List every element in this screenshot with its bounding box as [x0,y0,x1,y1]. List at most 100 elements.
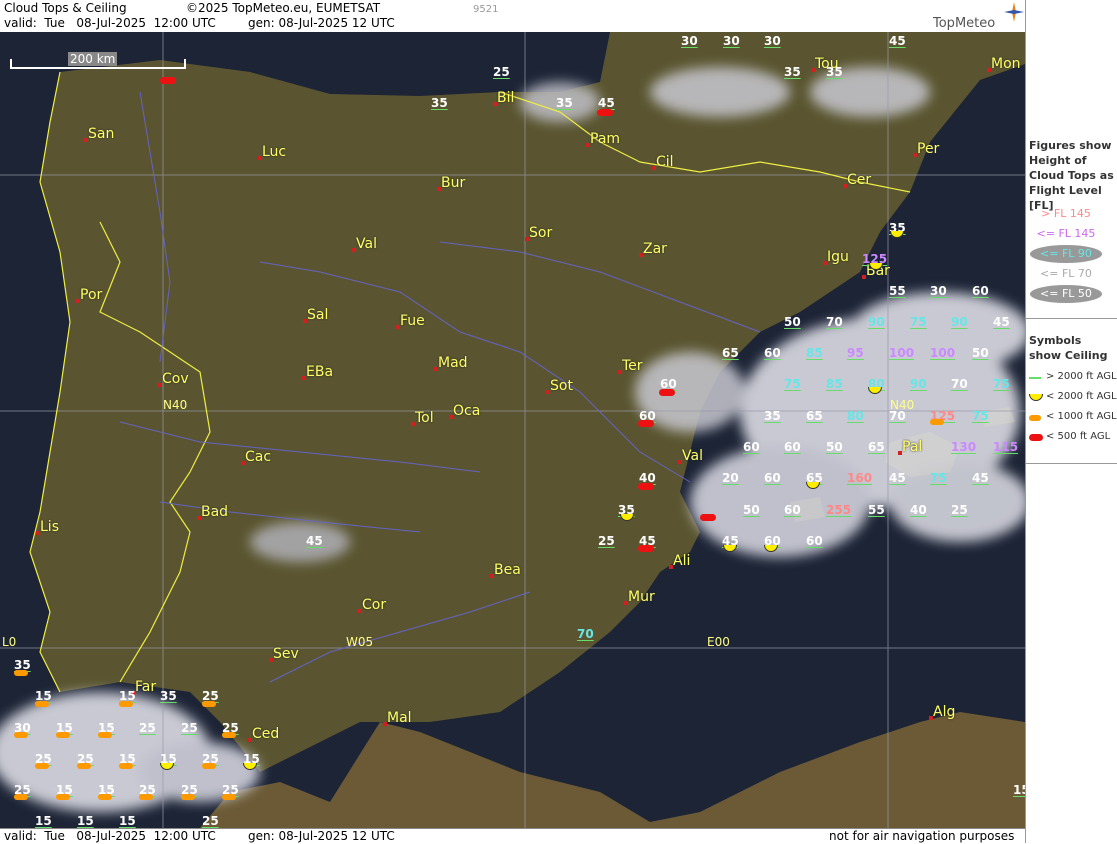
city-label-alg[interactable]: Alg [933,704,955,720]
grid-label-l0: L0 [2,635,17,649]
cloud-top-value: 30 [681,34,698,48]
city-label-cor[interactable]: Cor [362,597,386,613]
cloud-top-value: 50 [743,503,760,517]
cloud-top-value: 115 [993,440,1019,454]
brand-logo-text: TopMeteo [933,16,996,31]
footer-bar: valid: Tue 08-Jul-2025 12:00 UTC gen: 08… [0,828,1025,844]
city-label-sev[interactable]: Sev [273,646,299,662]
ceiling-symbol-orange [77,763,91,769]
cloud-top-value: 95 [847,346,864,360]
cloud-top-value: 70 [889,409,906,423]
city-label-tol[interactable]: Tol [415,410,434,426]
city-label-igu[interactable]: Igu [827,249,849,265]
cloud-top-value: 45 [972,471,989,485]
city-label-pal[interactable]: Pal [902,439,922,455]
city-label-val[interactable]: Val [682,448,703,464]
cloud-top-value: 25 [951,503,968,517]
header-bar: Cloud Tops & Ceiling ©2025 TopMeteo.eu, … [0,0,1025,33]
ceiling-orange-icon [1029,415,1041,421]
ceiling-symbol-red [700,514,716,521]
ceiling-symbol-orange [222,794,236,800]
ceiling-symbol-red [638,483,654,490]
grid-label-n40-west: N40 [163,398,188,412]
cloud-top-value: 25 [139,721,156,735]
cloud-top-value: 100 [930,346,956,360]
ceiling-symbol-orange [35,763,49,769]
city-label-mal[interactable]: Mal [387,710,412,726]
cloud-top-value: 15 [1013,783,1025,797]
cloud-top-value: 45 [889,34,906,48]
cloud-top-value: 100 [889,346,915,360]
city-label-eba[interactable]: EBa [306,364,333,380]
city-label-sal[interactable]: Sal [307,307,328,323]
cloud-top-value: 45 [993,315,1010,329]
cloud-top-value: 80 [847,409,864,423]
city-label-mad[interactable]: Mad [438,355,468,371]
city-label-oca[interactable]: Oca [453,403,480,419]
ceiling-symbol-orange [14,670,28,676]
cloud-top-value: 90 [951,315,968,329]
cloud-top-value: 70 [577,627,594,641]
cloud-top-value: 45 [889,471,906,485]
ceiling-symbol-orange [98,794,112,800]
cloud-top-value: 60 [764,471,781,485]
city-label-sor[interactable]: Sor [529,225,552,241]
cloud-top-value: 50 [826,440,843,454]
city-label-val[interactable]: Val [356,236,377,252]
city-label-per[interactable]: Per [917,141,939,157]
cloud-top-value: 55 [868,503,885,517]
cloud-top-value: 35 [160,689,177,703]
city-label-bur[interactable]: Bur [441,175,465,191]
cloud-top-value: 75 [784,377,801,391]
compass-logo-icon [1004,2,1024,22]
city-label-far[interactable]: Far [135,679,156,695]
cloud-top-value: 75 [993,377,1010,391]
ceiling-symbol-red [638,420,654,427]
footer-generated-time: gen: 08-Jul-2025 12 UTC [248,829,395,843]
satellite-map[interactable]: 200 km N40 N40 W05 E00 L0 San Luc Bil Pam Tou Mon… [0,32,1025,828]
city-label-san[interactable]: San [88,126,114,142]
ceiling-symbol-red [160,77,176,84]
city-label-sot[interactable]: Sot [550,378,573,394]
cloud-top-value: 30 [723,34,740,48]
cloud-top-value: 60 [784,503,801,517]
ceiling-yellow-icon [1029,394,1043,401]
city-label-mur[interactable]: Mur [628,589,655,605]
city-label-luc[interactable]: Luc [262,144,286,160]
city-label-cil[interactable]: Cil [656,154,674,170]
city-label-cer[interactable]: Cer [847,172,871,188]
legend-figures-title: Figures show Height of Cloud Tops as Fli… [1029,139,1114,212]
cloud-top-value: 35 [764,409,781,423]
ceiling-symbol-orange [14,794,28,800]
ceiling-symbol-orange [139,794,153,800]
city-label-por[interactable]: Por [80,287,102,303]
cloud-top-value: 65 [806,409,823,423]
ceiling-symbol-orange [202,701,216,707]
city-label-ced[interactable]: Ced [252,726,279,742]
legend-fl-item: <= FL 70 [1040,267,1092,280]
city-label-cov[interactable]: Cov [162,371,189,387]
city-label-ali[interactable]: Ali [673,553,690,569]
cloud-top-value: 75 [930,471,947,485]
city-label-bad[interactable]: Bad [201,504,228,520]
legend-ceiling-label: < 2000 ft AGL [1046,391,1117,402]
city-label-pam[interactable]: Pam [590,131,620,147]
city-label-fue[interactable]: Fue [400,313,425,329]
cloud-top-value: 25 [202,814,219,828]
ceiling-red-icon [1029,434,1043,441]
city-label-cac[interactable]: Cac [245,449,271,465]
city-label-lis[interactable]: Lis [40,519,59,535]
ceiling-symbol-red [659,389,675,396]
cloud-top-value: 60 [784,440,801,454]
cloud-top-value: 35 [431,96,448,110]
city-label-mon[interactable]: Mon [991,56,1021,72]
cloud-top-value: 90 [910,377,927,391]
image-id: 9521 [473,4,499,15]
city-label-bil[interactable]: Bil [497,90,514,106]
cloud-top-value: 65 [722,346,739,360]
disclaimer: not for air navigation purposes [829,829,1015,843]
city-label-bea[interactable]: Bea [494,562,521,578]
city-label-zar[interactable]: Zar [643,241,667,257]
cloud-top-value: 85 [806,346,823,360]
city-label-ter[interactable]: Ter [622,358,643,374]
